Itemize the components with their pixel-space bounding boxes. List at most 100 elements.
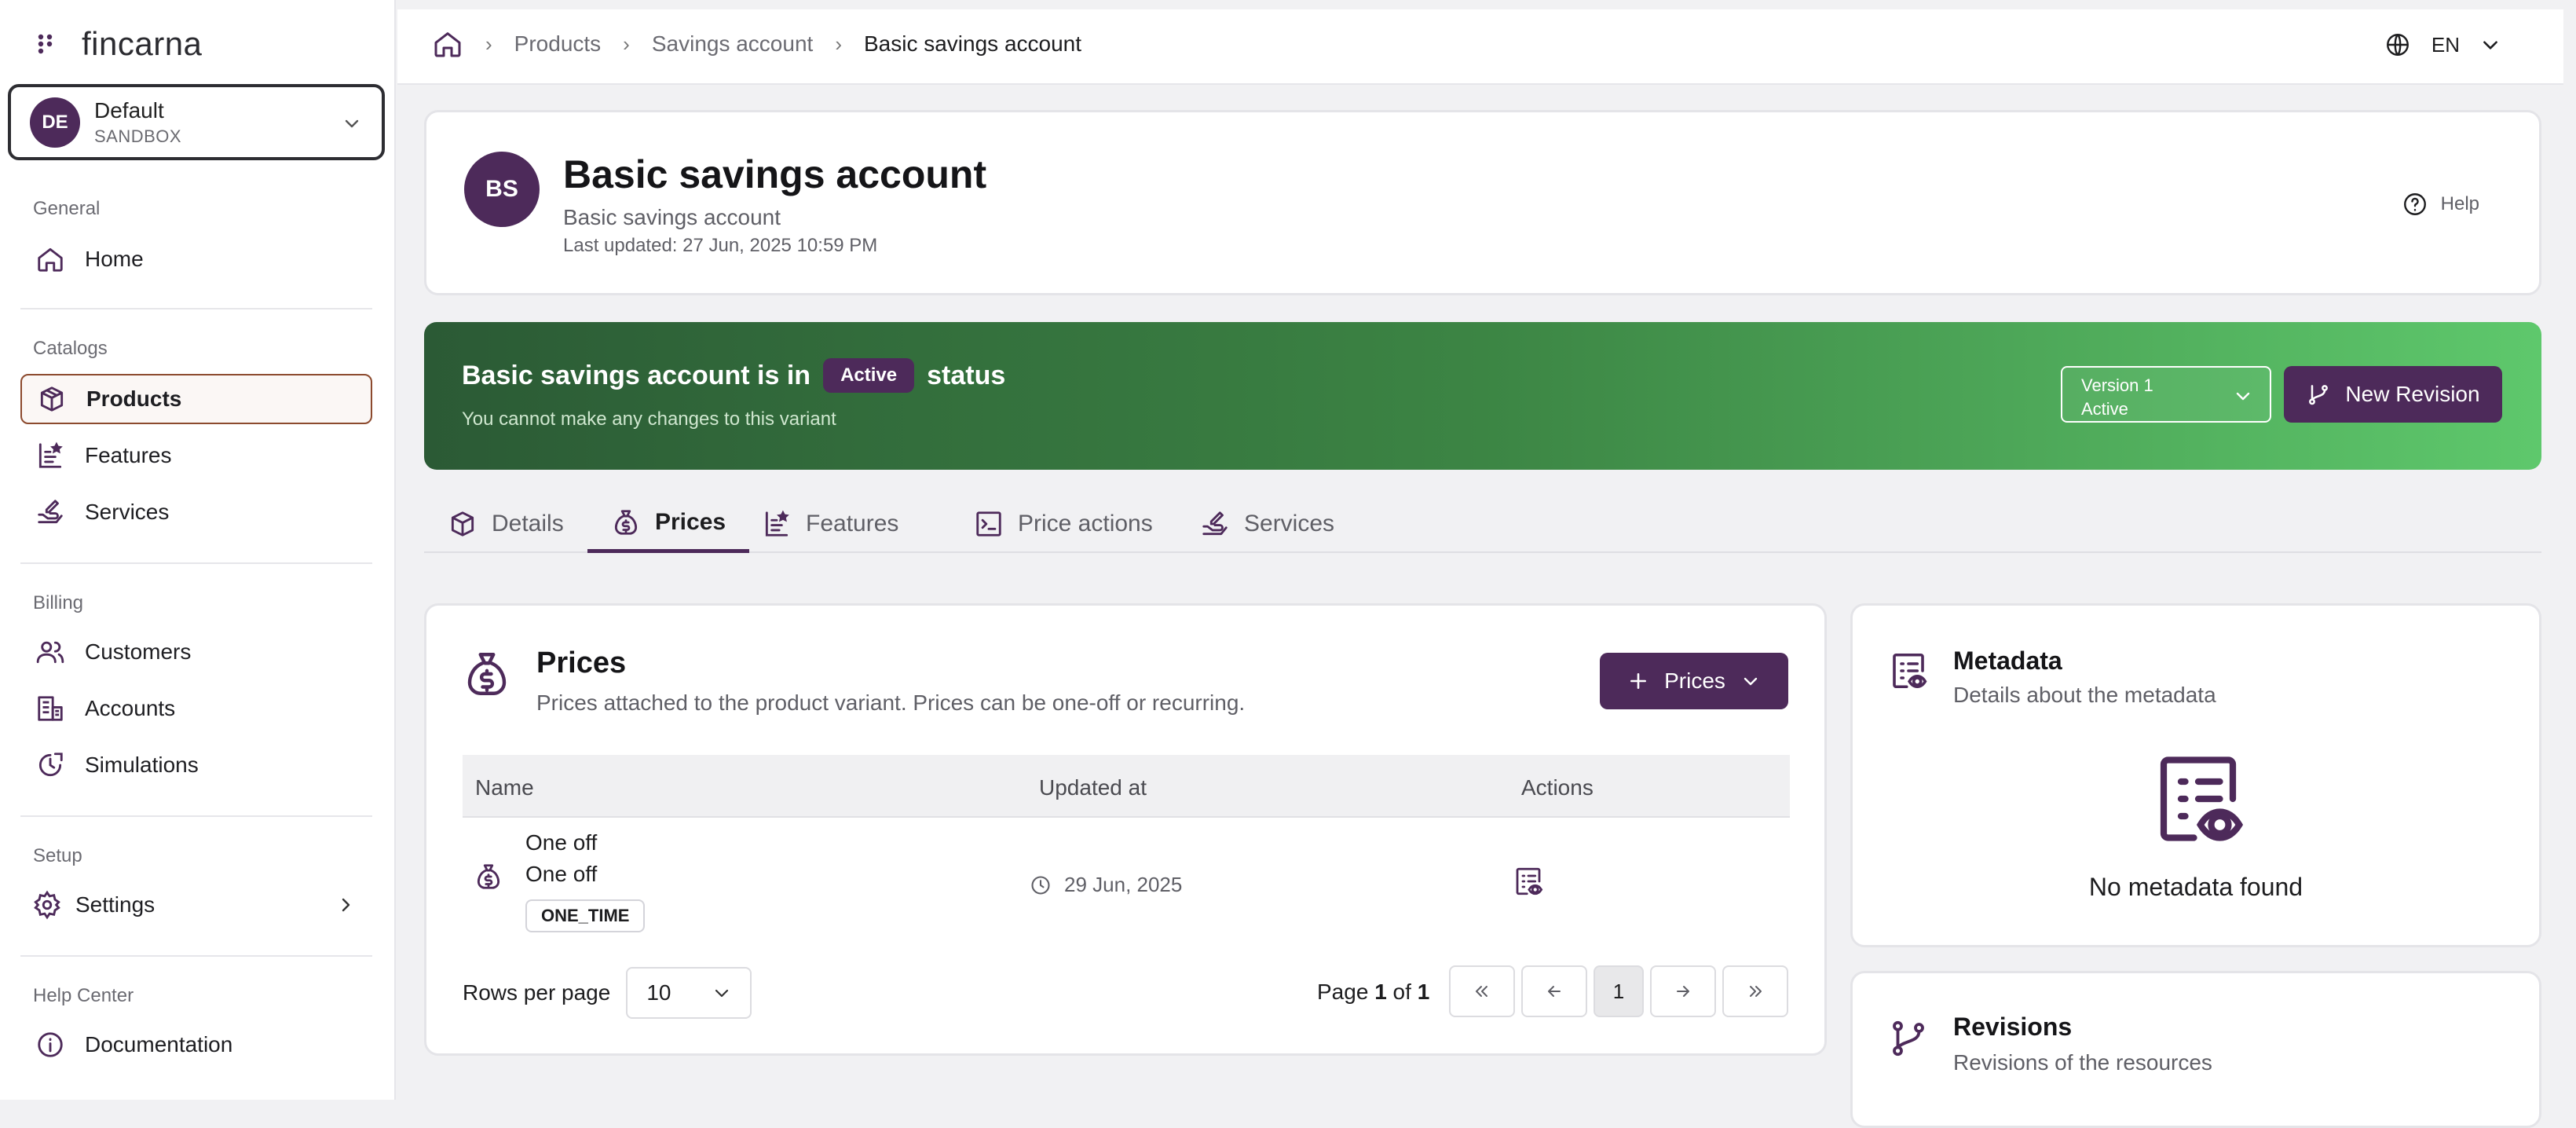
- tab-label: Services: [1244, 511, 1335, 537]
- money-bag-icon: [611, 507, 641, 537]
- tab-price-actions[interactable]: Price actions: [950, 495, 1176, 553]
- tab-details[interactable]: Details: [424, 495, 587, 553]
- page-total: 1: [1417, 980, 1430, 1004]
- version-select[interactable]: Version 1 Active: [2061, 366, 2271, 423]
- globe-icon: [2384, 31, 2411, 58]
- metadata-title: Metadata: [1953, 646, 2062, 675]
- page-button-1[interactable]: 1: [1594, 965, 1644, 1017]
- tab-label: Features: [806, 511, 899, 537]
- status-note: You cannot make any changes to this vari…: [462, 408, 836, 430]
- accounts-icon: [33, 691, 68, 726]
- variant-avatar: BS: [464, 152, 540, 227]
- chevron-down-icon: [712, 983, 731, 1002]
- sidebar-item-label: Simulations: [85, 753, 199, 777]
- home-icon[interactable]: [432, 28, 463, 60]
- tab-features[interactable]: Features: [738, 495, 922, 553]
- sidebar-item-label: Customers: [85, 639, 192, 664]
- help-button[interactable]: Help: [2402, 191, 2479, 218]
- sidebar: fincarna DE Default SANDBOX General Home…: [0, 0, 396, 1100]
- rows-per-page-label: Rows per page: [463, 980, 611, 1005]
- sidebar-item-label: Products: [86, 386, 182, 411]
- chevrons-right-icon: [1746, 982, 1765, 1001]
- nav-divider: [20, 815, 372, 817]
- environment-switcher[interactable]: DE Default SANDBOX: [8, 84, 385, 160]
- brand[interactable]: fincarna: [38, 25, 202, 63]
- status-badge: Active: [823, 358, 915, 393]
- column-actions: Actions: [1521, 775, 1594, 800]
- tab-services[interactable]: Services: [1176, 495, 1358, 553]
- service-icon: [1200, 509, 1230, 539]
- sidebar-item-label: Home: [85, 247, 144, 271]
- sidebar-item-label: Services: [85, 500, 170, 524]
- box-icon: [35, 382, 69, 416]
- nav-divider: [20, 955, 372, 957]
- last-page-button[interactable]: [1722, 965, 1788, 1017]
- nav-section-catalogs: Catalogs: [33, 338, 108, 359]
- clock-icon: [1030, 874, 1052, 896]
- language-switcher[interactable]: EN: [2384, 31, 2501, 58]
- nav-section-general: General: [33, 198, 101, 219]
- price-name: One off: [525, 830, 598, 855]
- new-revision-label: New Revision: [2345, 382, 2480, 406]
- breadcrumb-separator-icon: ›: [485, 31, 492, 56]
- breadcrumb-savings-account[interactable]: Savings account: [652, 31, 813, 57]
- nav-divider: [20, 562, 372, 564]
- sidebar-item-home[interactable]: Home: [20, 234, 372, 284]
- box-icon: [448, 509, 478, 539]
- page-subtitle: Basic savings account: [563, 205, 781, 229]
- breadcrumb-separator-icon: ›: [835, 31, 842, 56]
- prices-card: Prices Prices attached to the product va…: [424, 603, 1827, 1056]
- previous-page-button[interactable]: [1521, 965, 1587, 1017]
- prices-subtitle: Prices attached to the product variant. …: [536, 690, 1246, 715]
- sidebar-item-features[interactable]: Features: [20, 430, 372, 481]
- status-prefix: Basic savings account is in: [462, 360, 811, 390]
- sidebar-item-label: Accounts: [85, 696, 176, 720]
- rows-per-page-select[interactable]: 10: [626, 967, 752, 1019]
- sidebar-item-label: Documentation: [85, 1032, 233, 1057]
- nav-section-help: Help Center: [33, 985, 134, 1006]
- add-price-label: Prices: [1664, 668, 1725, 693]
- status-banner: Basic savings account is in Active statu…: [424, 322, 2541, 470]
- sidebar-item-accounts[interactable]: Accounts: [20, 683, 372, 734]
- terminal-icon: [974, 509, 1004, 539]
- rows-per-page-value: 10: [646, 980, 671, 1005]
- language-code: EN: [2431, 32, 2460, 57]
- next-page-button[interactable]: [1650, 965, 1716, 1017]
- page-prefix: Page: [1317, 980, 1369, 1004]
- sidebar-item-products[interactable]: Products: [20, 374, 372, 424]
- new-revision-button[interactable]: New Revision: [2284, 366, 2502, 423]
- rows-per-page: Rows per page 10: [463, 967, 752, 1019]
- price-updated-date: 29 Jun, 2025: [1064, 873, 1183, 896]
- prices-title: Prices: [536, 646, 627, 679]
- tab-prices[interactable]: Prices: [587, 495, 750, 553]
- nav-divider: [20, 308, 372, 309]
- environment-avatar: DE: [30, 97, 80, 148]
- sidebar-item-services[interactable]: Services: [20, 487, 372, 537]
- sidebar-item-settings[interactable]: Settings: [20, 880, 372, 930]
- page-title: Basic savings account: [563, 152, 987, 196]
- view-details-icon[interactable]: [1512, 865, 1545, 898]
- sidebar-item-documentation[interactable]: Documentation: [20, 1020, 372, 1070]
- chevron-down-icon: [2480, 35, 2501, 55]
- chevron-down-icon: [1741, 672, 1760, 690]
- chevron-down-icon: [2234, 386, 2252, 405]
- last-updated: Last updated: 27 Jun, 2025 10:59 PM: [563, 235, 878, 256]
- nav-section-setup: Setup: [33, 845, 82, 866]
- add-price-button[interactable]: Prices: [1600, 653, 1788, 709]
- sidebar-item-simulations[interactable]: Simulations: [20, 740, 372, 790]
- first-page-button[interactable]: [1449, 965, 1515, 1017]
- revisions-title: Revisions: [1953, 1013, 2073, 1041]
- breadcrumb-products[interactable]: Products: [514, 31, 602, 57]
- arrow-right-icon: [1674, 982, 1692, 1001]
- sidebar-item-customers[interactable]: Customers: [20, 627, 372, 677]
- price-updated-at: 29 Jun, 2025: [1030, 873, 1182, 897]
- revisions-card: Revisions Revisions of the resources: [1850, 971, 2541, 1128]
- sidebar-item-label: Features: [85, 443, 172, 467]
- feature-icon: [762, 509, 792, 539]
- variant-header-card: BS Basic savings account Basic savings a…: [424, 110, 2541, 295]
- table-row[interactable]: One off One off ONE_TIME 29 Jun, 2025: [463, 818, 1790, 951]
- page-of: of: [1392, 980, 1411, 1004]
- price-description: One off: [525, 862, 598, 886]
- home-icon: [33, 242, 68, 277]
- price-type-badge: ONE_TIME: [525, 899, 646, 932]
